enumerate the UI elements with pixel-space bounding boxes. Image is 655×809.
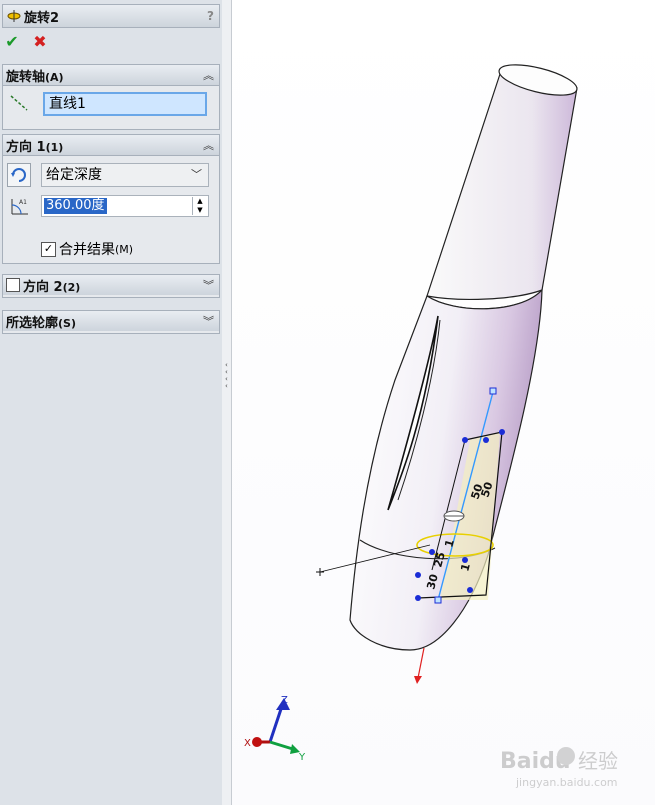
direction1-title: 方向 1(1) <box>6 139 64 155</box>
direction2-checkbox[interactable] <box>6 278 20 292</box>
expand-icon[interactable]: ︾ <box>203 313 214 329</box>
ok-cancel-bar: ✔ ✖ <box>3 33 49 53</box>
revolve-icon <box>7 10 21 22</box>
sketch-point[interactable] <box>462 557 468 563</box>
angle-input[interactable]: 360.00度 ▲ ▼ <box>41 195 209 217</box>
watermark-brand-cn: 经验 <box>578 749 618 773</box>
collapse-icon[interactable]: ︽ <box>203 67 214 83</box>
axis-triad: Z X Y <box>244 695 306 763</box>
angle-icon: A1 <box>11 199 28 215</box>
expand-icon[interactable]: ︾ <box>203 277 214 293</box>
direction1-header[interactable]: 方向 1(1) ︽ <box>3 135 219 156</box>
direction-arrow <box>417 647 425 679</box>
merge-label: 合并结果 <box>59 242 115 258</box>
axis-selection-field[interactable]: 直线1 <box>43 92 207 116</box>
sketch-point[interactable] <box>483 437 489 443</box>
baidu-watermark: Baidu 经验 jingyan.baidu.com <box>500 747 618 789</box>
merge-check-icon: ✓ <box>41 241 56 257</box>
feature-title: 旋转2 <box>24 10 60 26</box>
help-button[interactable]: ? <box>207 9 214 23</box>
merge-result-checkbox[interactable]: ✓ 合并结果 (M) <box>41 239 133 259</box>
reverse-direction-icon <box>11 168 26 182</box>
reverse-direction-button[interactable] <box>7 163 31 187</box>
panel-splitter[interactable]: ‹ ‹ ‹ ‹ <box>222 0 232 805</box>
end-condition-value: 给定深度 <box>46 167 102 183</box>
direction2-group: 方向 2(2) ︾ <box>2 274 220 298</box>
axis-handle-bottom[interactable] <box>434 596 442 604</box>
collapse-panel-icon[interactable]: ‹ ‹ ‹ ‹ <box>225 362 228 390</box>
sketch-point[interactable] <box>462 437 468 443</box>
contours-header[interactable]: 所选轮廓(S) ︾ <box>3 311 219 331</box>
paw-icon <box>557 747 575 765</box>
graphics-viewport[interactable]: 25 30 1 1 50 50 Z X Y Baidu 经验 jingyan.b… <box>232 0 655 805</box>
angle-spinner[interactable]: ▲ ▼ <box>192 197 207 215</box>
axis-line-icon <box>10 95 28 111</box>
triad-x-label: X <box>244 738 251 749</box>
watermark-url: jingyan.baidu.com <box>515 776 618 789</box>
chevron-down-icon: ﹀ <box>191 168 202 181</box>
direction2-header[interactable]: 方向 2(2) ︾ <box>3 275 219 295</box>
cap-body <box>426 64 578 310</box>
triad-z-label: Z <box>281 695 288 706</box>
sketch-point[interactable] <box>467 587 473 593</box>
svg-text:A1: A1 <box>19 199 27 206</box>
merge-suffix: (M) <box>115 242 134 256</box>
direction-arrow-head <box>414 676 422 684</box>
sketch-point[interactable] <box>415 572 421 578</box>
angle-drag-handle[interactable] <box>443 510 465 522</box>
collapse-icon[interactable]: ︽ <box>203 137 214 153</box>
axis-group-header[interactable]: 旋转轴(A) ︽ <box>3 65 219 86</box>
sketch-point[interactable] <box>415 595 421 601</box>
ok-button[interactable]: ✔ <box>3 33 21 51</box>
contours-group: 所选轮廓(S) ︾ <box>2 310 220 334</box>
axis-handle-top[interactable] <box>489 387 497 395</box>
angle-value: 360.00度 <box>44 198 107 214</box>
direction2-title: 方向 2(2) <box>23 279 81 295</box>
model-view: 25 30 1 1 50 50 Z X Y Baidu 经验 jingyan.b… <box>244 64 618 789</box>
direction1-group: 方向 1(1) ︽ 给定深度 ﹀ A1 360.00度 ▲ ▼ ✓ 合并结果 (M) <box>2 134 220 264</box>
end-condition-select[interactable]: 给定深度 ﹀ <box>41 163 209 187</box>
axis-group-title: 旋转轴(A) <box>6 69 64 85</box>
property-manager-panel: 旋转2 ? ✔ ✖ 旋转轴(A) ︽ 直线1 方向 1(1) ︽ 给定深度 ﹀ … <box>0 0 223 805</box>
triad-y-label: Y <box>298 752 306 763</box>
feature-title-bar: 旋转2 ? <box>2 4 220 28</box>
cancel-button[interactable]: ✖ <box>31 33 49 51</box>
axis-group: 旋转轴(A) ︽ 直线1 <box>2 64 220 130</box>
contours-title: 所选轮廓(S) <box>6 315 76 331</box>
sketch-point[interactable] <box>499 429 505 435</box>
